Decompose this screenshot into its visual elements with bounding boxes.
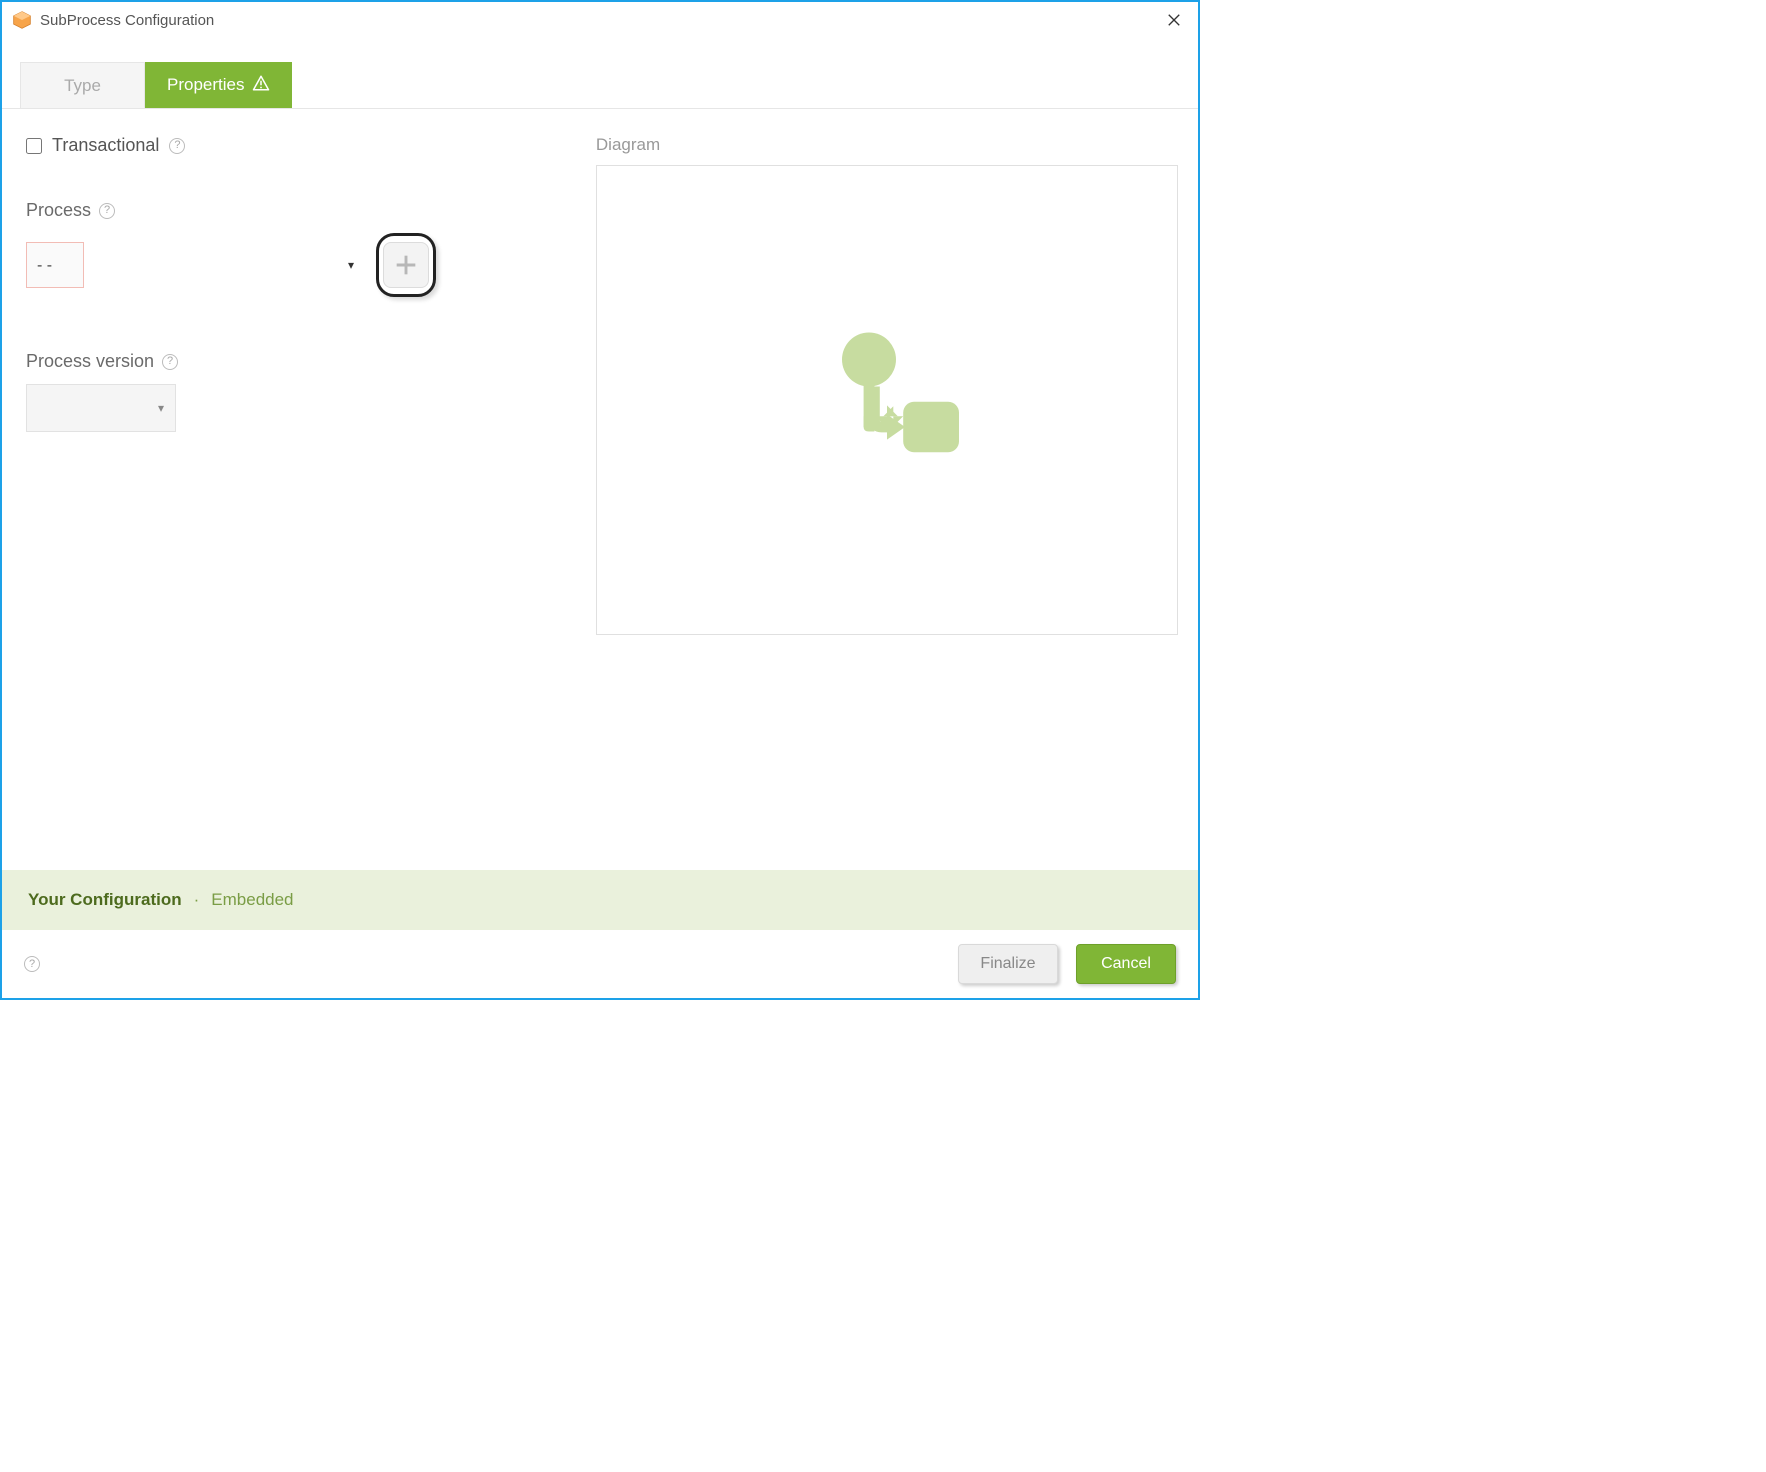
plus-icon [392,251,420,279]
add-button-highlight [376,233,436,297]
cancel-label: Cancel [1101,955,1151,973]
add-process-button[interactable] [383,242,429,288]
process-version-select[interactable] [26,384,176,432]
process-version-label: Process version [26,351,154,372]
transactional-checkbox[interactable] [26,138,42,154]
process-select[interactable]: - - [26,242,84,288]
help-icon[interactable]: ? [24,956,40,972]
footer: ? Finalize Cancel [2,930,1198,998]
diagram-placeholder-icon [797,310,977,490]
summary-title: Your Configuration [28,890,182,910]
diagram-label: Diagram [596,135,1178,155]
cancel-button[interactable]: Cancel [1076,944,1176,984]
help-icon[interactable]: ? [99,203,115,219]
tab-properties-label: Properties [167,75,244,95]
help-icon[interactable]: ? [169,138,185,154]
summary-separator: · [194,890,200,910]
tab-type[interactable]: Type [20,62,145,108]
tab-properties[interactable]: Properties [145,62,292,108]
process-select-wrap: - - [26,242,366,288]
summary-bar: Your Configuration · Embedded [2,870,1198,930]
tab-type-label: Type [64,76,101,96]
transactional-row: Transactional ? [26,135,556,156]
finalize-label: Finalize [980,955,1035,973]
dialog-window: SubProcess Configuration Type Properties [0,0,1200,1000]
process-version-select-wrap [26,384,176,432]
diagram-column: Diagram [596,135,1178,860]
process-label-row: Process ? [26,200,556,221]
window-title: SubProcess Configuration [40,12,214,29]
diagram-preview [596,165,1178,635]
process-version-label-row: Process version ? [26,351,556,372]
form-column: Transactional ? Process ? - - [26,135,556,860]
process-label: Process [26,200,91,221]
app-icon [12,10,32,30]
content-area: Transactional ? Process ? - - [2,109,1198,870]
transactional-label: Transactional [52,135,159,156]
process-row: - - [26,233,556,297]
finalize-button[interactable]: Finalize [958,944,1058,984]
tab-bar: Type Properties [2,62,1198,109]
close-icon[interactable] [1160,6,1188,34]
warning-icon [252,74,270,97]
summary-value: Embedded [211,890,293,910]
help-icon[interactable]: ? [162,354,178,370]
titlebar: SubProcess Configuration [2,2,1198,38]
